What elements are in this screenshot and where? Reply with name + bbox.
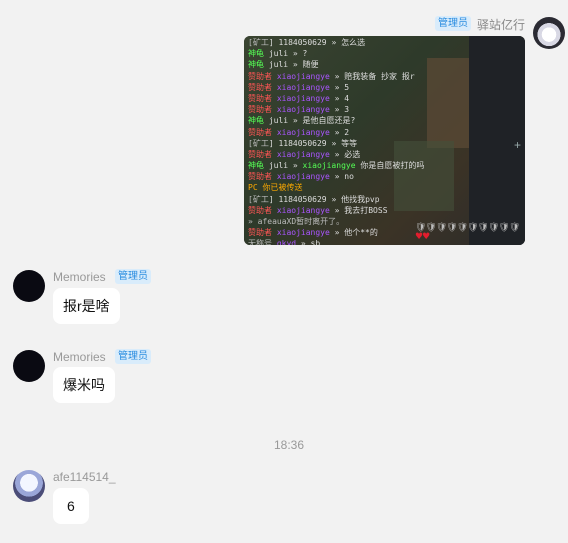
game-chat-log: [矿工] 1184050629 » 怎么选 神龟 juli » ? 神龟 juli … [248, 37, 508, 245]
game-chat-line: 神龟 juli » xiaojiangye 你是自愿被打的吗 [248, 161, 425, 171]
game-chat-line: 神龟 juli » 是他自愿还是? [248, 116, 356, 126]
game-chat-line: [矿工] 1184050629 » 他找我pvp [248, 194, 380, 204]
crosshair-icon: + [514, 138, 522, 152]
game-chat-line: 赞助者 xiaojiangye » no [248, 172, 354, 182]
game-chat-line: 赞助者 xiaojiangye » 4 [248, 93, 350, 103]
message-bubble[interactable]: 爆米吗 [53, 367, 115, 403]
sender-name: afe114514_ [53, 470, 116, 484]
game-chat-line: 赞助者 xiaojiangye » 我去打BOSS [248, 205, 388, 215]
message-bubble[interactable]: 报r是啥 [53, 288, 120, 324]
game-chat-line: 赞助者 xiaojiangye » 必选 [248, 149, 361, 159]
game-chat-line: 神龟 juli » 随便 [248, 60, 319, 70]
avatar[interactable] [13, 470, 45, 502]
sender-name: Memories [53, 350, 106, 364]
game-chat-line: 赞助者 xiaojiangye » 5 [248, 82, 350, 92]
heart-icon: ♥♥ [415, 232, 430, 242]
game-chat-line: 神龟 juli » ? [248, 49, 308, 59]
role-badge: 管理员 [435, 16, 471, 31]
message-bubble[interactable]: 6 [53, 488, 89, 524]
avatar[interactable] [13, 270, 45, 302]
screenshot-image[interactable]: + [矿工] 1184050629 » 怎么选 神龟 juli » ? 神龟 jul… [244, 36, 525, 245]
game-chat-line: 赞助者 xiaojiangye » 3 [248, 105, 350, 115]
avatar[interactable] [533, 17, 565, 49]
game-chat-line: 赞助者 xiaojiangye » 赔我装备 抄家 报r [248, 71, 415, 81]
sender-name: Memories [53, 270, 106, 284]
sender-name: 驿站亿行 [477, 18, 526, 32]
game-chat-line: 无称号 gkyd » sb [248, 239, 321, 245]
avatar[interactable] [13, 350, 45, 382]
game-chat-line: [矿工] 1184050629 » 等等 [248, 138, 358, 148]
game-chat-line: 赞助者 xiaojiangye » 2 [248, 127, 350, 137]
role-badge: 管理员 [115, 269, 151, 284]
game-chat-line: PC 你已被传送 [248, 183, 303, 193]
game-chat-line: [矿工] 1184050629 » 怎么选 [248, 38, 366, 47]
role-badge: 管理员 [115, 349, 151, 364]
armor-icon: 🛡🛡🛡🛡🛡🛡🛡🛡🛡🛡 [415, 223, 520, 233]
timestamp: 18:36 [273, 438, 305, 452]
